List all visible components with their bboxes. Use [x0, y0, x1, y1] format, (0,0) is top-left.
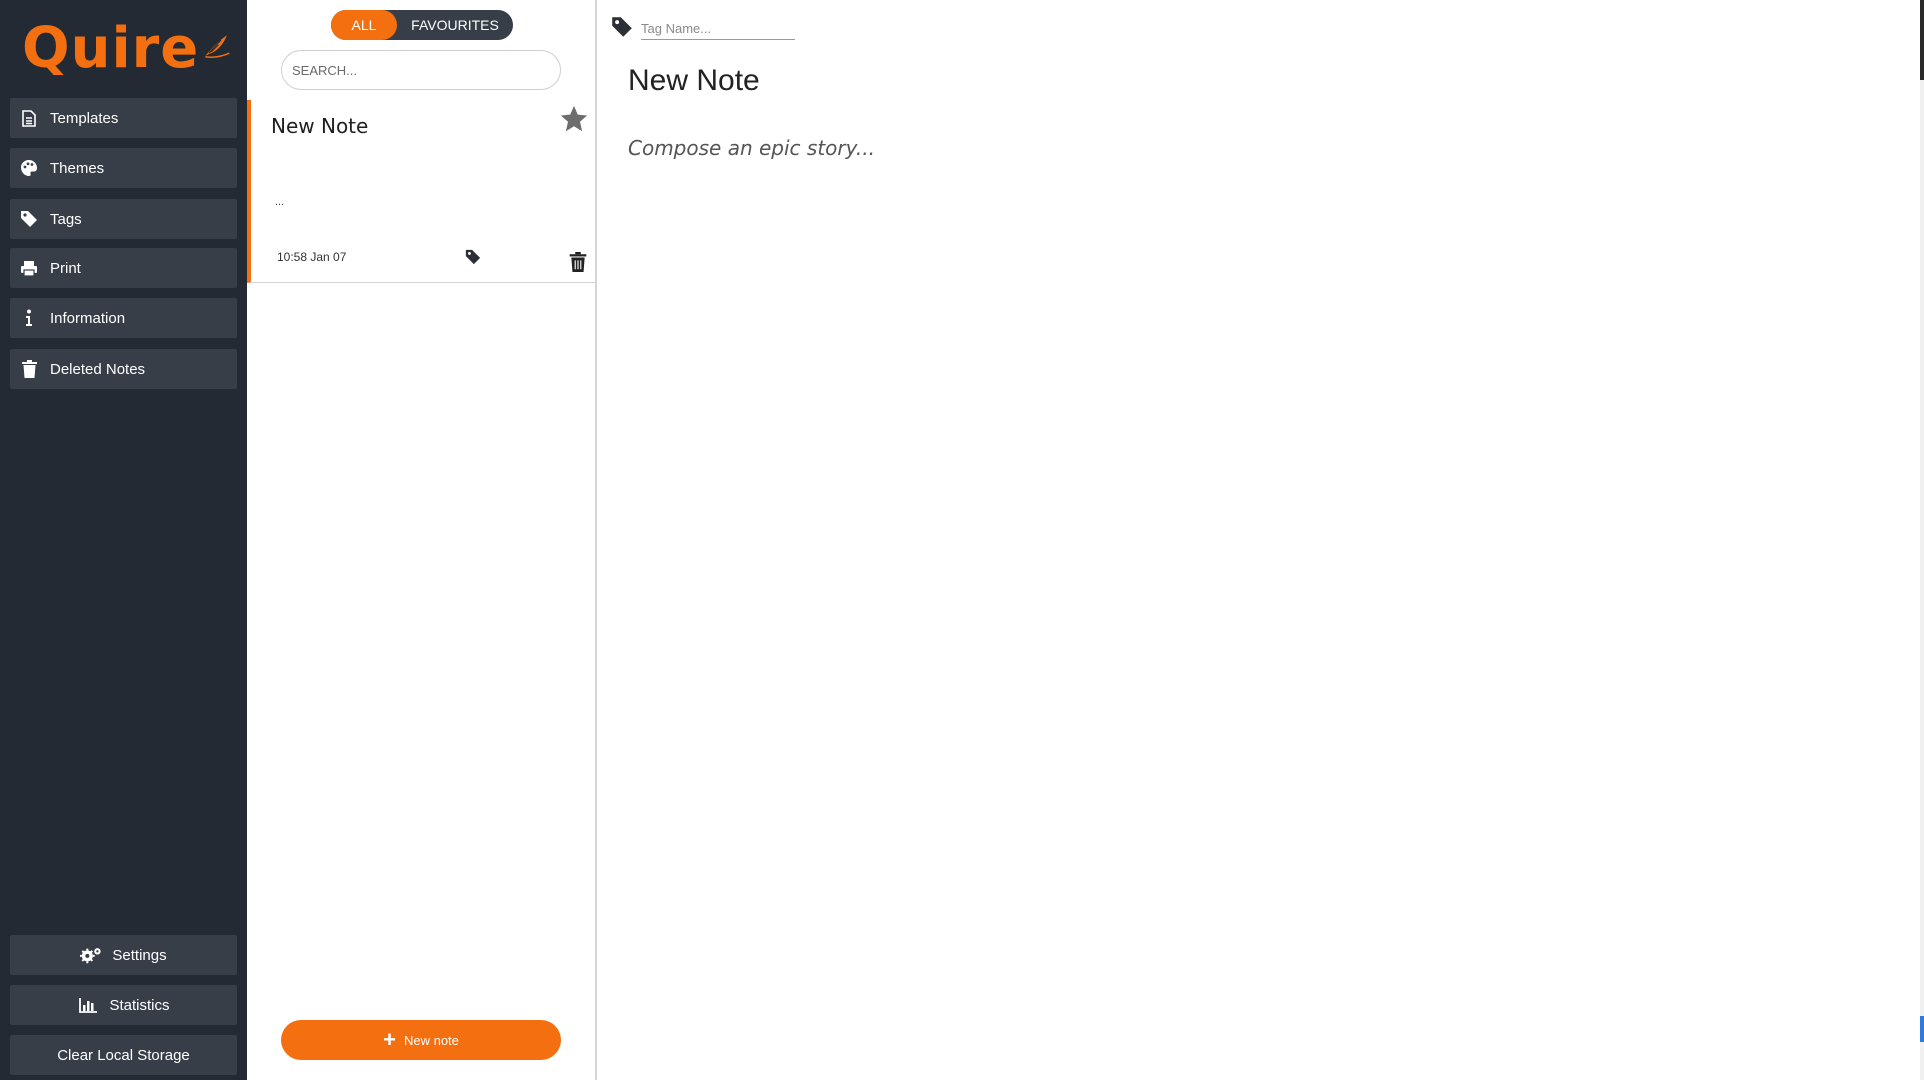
sidebar-item-themes[interactable]: Themes [10, 148, 237, 188]
printer-icon [20, 259, 38, 277]
sidebar-item-label: Themes [50, 159, 105, 177]
settings-label: Settings [112, 946, 167, 964]
tag-icon [612, 17, 632, 37]
note-list-item[interactable]: New Note ... 10:58 Jan 07 [247, 100, 595, 283]
scrollbar-track[interactable] [1920, 0, 1924, 1080]
gears-icon [80, 946, 102, 964]
bar-chart-icon [77, 996, 99, 1014]
tag-icon [20, 210, 38, 228]
trash-icon [20, 360, 38, 378]
statistics-button[interactable]: Statistics [10, 985, 237, 1025]
editor-title[interactable]: New Note [628, 64, 760, 98]
new-note-button[interactable]: + New note [281, 1020, 561, 1060]
info-icon [20, 309, 38, 327]
sidebar-item-templates[interactable]: Templates [10, 98, 237, 138]
tag-icon[interactable] [465, 249, 481, 265]
app-logo: Quire [22, 14, 232, 84]
logo-text: Quire [22, 16, 200, 81]
note-preview: ... [275, 196, 285, 208]
tag-name-input[interactable] [641, 18, 795, 40]
trash-icon[interactable] [569, 252, 587, 272]
editor-body[interactable]: Compose an epic story... [628, 136, 875, 160]
clear-local-storage-button[interactable]: Clear Local Storage [10, 1035, 237, 1075]
note-timestamp: 10:58 Jan 07 [277, 250, 347, 264]
file-icon [20, 109, 38, 127]
new-note-label: New note [403, 1032, 459, 1048]
sidebar-item-label: Tags [50, 210, 82, 228]
scrollbar-thumb[interactable] [1920, 0, 1924, 80]
clear-local-storage-label: Clear Local Storage [57, 1046, 190, 1064]
filter-favourites-button[interactable]: FAVOURITES [397, 10, 513, 40]
quill-icon [205, 35, 230, 58]
palette-icon [20, 159, 38, 177]
sidebar: Quire Templates Themes Tags Print Inform… [0, 0, 247, 1080]
sidebar-item-label: Templates [50, 109, 119, 127]
star-icon[interactable] [559, 104, 589, 134]
filter-all-button[interactable]: ALL [331, 10, 397, 40]
plus-icon: + [383, 1027, 396, 1052]
sidebar-item-label: Information [50, 309, 126, 327]
sidebar-item-label: Deleted Notes [50, 360, 146, 378]
statistics-label: Statistics [109, 996, 170, 1014]
sidebar-item-deleted-notes[interactable]: Deleted Notes [10, 349, 237, 389]
sidebar-item-label: Print [50, 259, 81, 277]
search-input[interactable] [281, 50, 561, 90]
notes-list-pane: ALL FAVOURITES New Note ... 10:58 Jan 07… [247, 0, 597, 1080]
sidebar-item-tags[interactable]: Tags [10, 199, 237, 239]
filter-toggle: ALL FAVOURITES [331, 10, 513, 40]
note-title: New Note [271, 114, 369, 138]
sidebar-item-information[interactable]: Information [10, 298, 237, 338]
note-editor: New Note Compose an epic story... [597, 0, 1920, 1080]
scrollbar-indicator [1920, 1016, 1924, 1042]
sidebar-item-print[interactable]: Print [10, 248, 237, 288]
app-window: Quire Templates Themes Tags Print Inform… [0, 0, 1924, 1080]
settings-button[interactable]: Settings [10, 935, 237, 975]
